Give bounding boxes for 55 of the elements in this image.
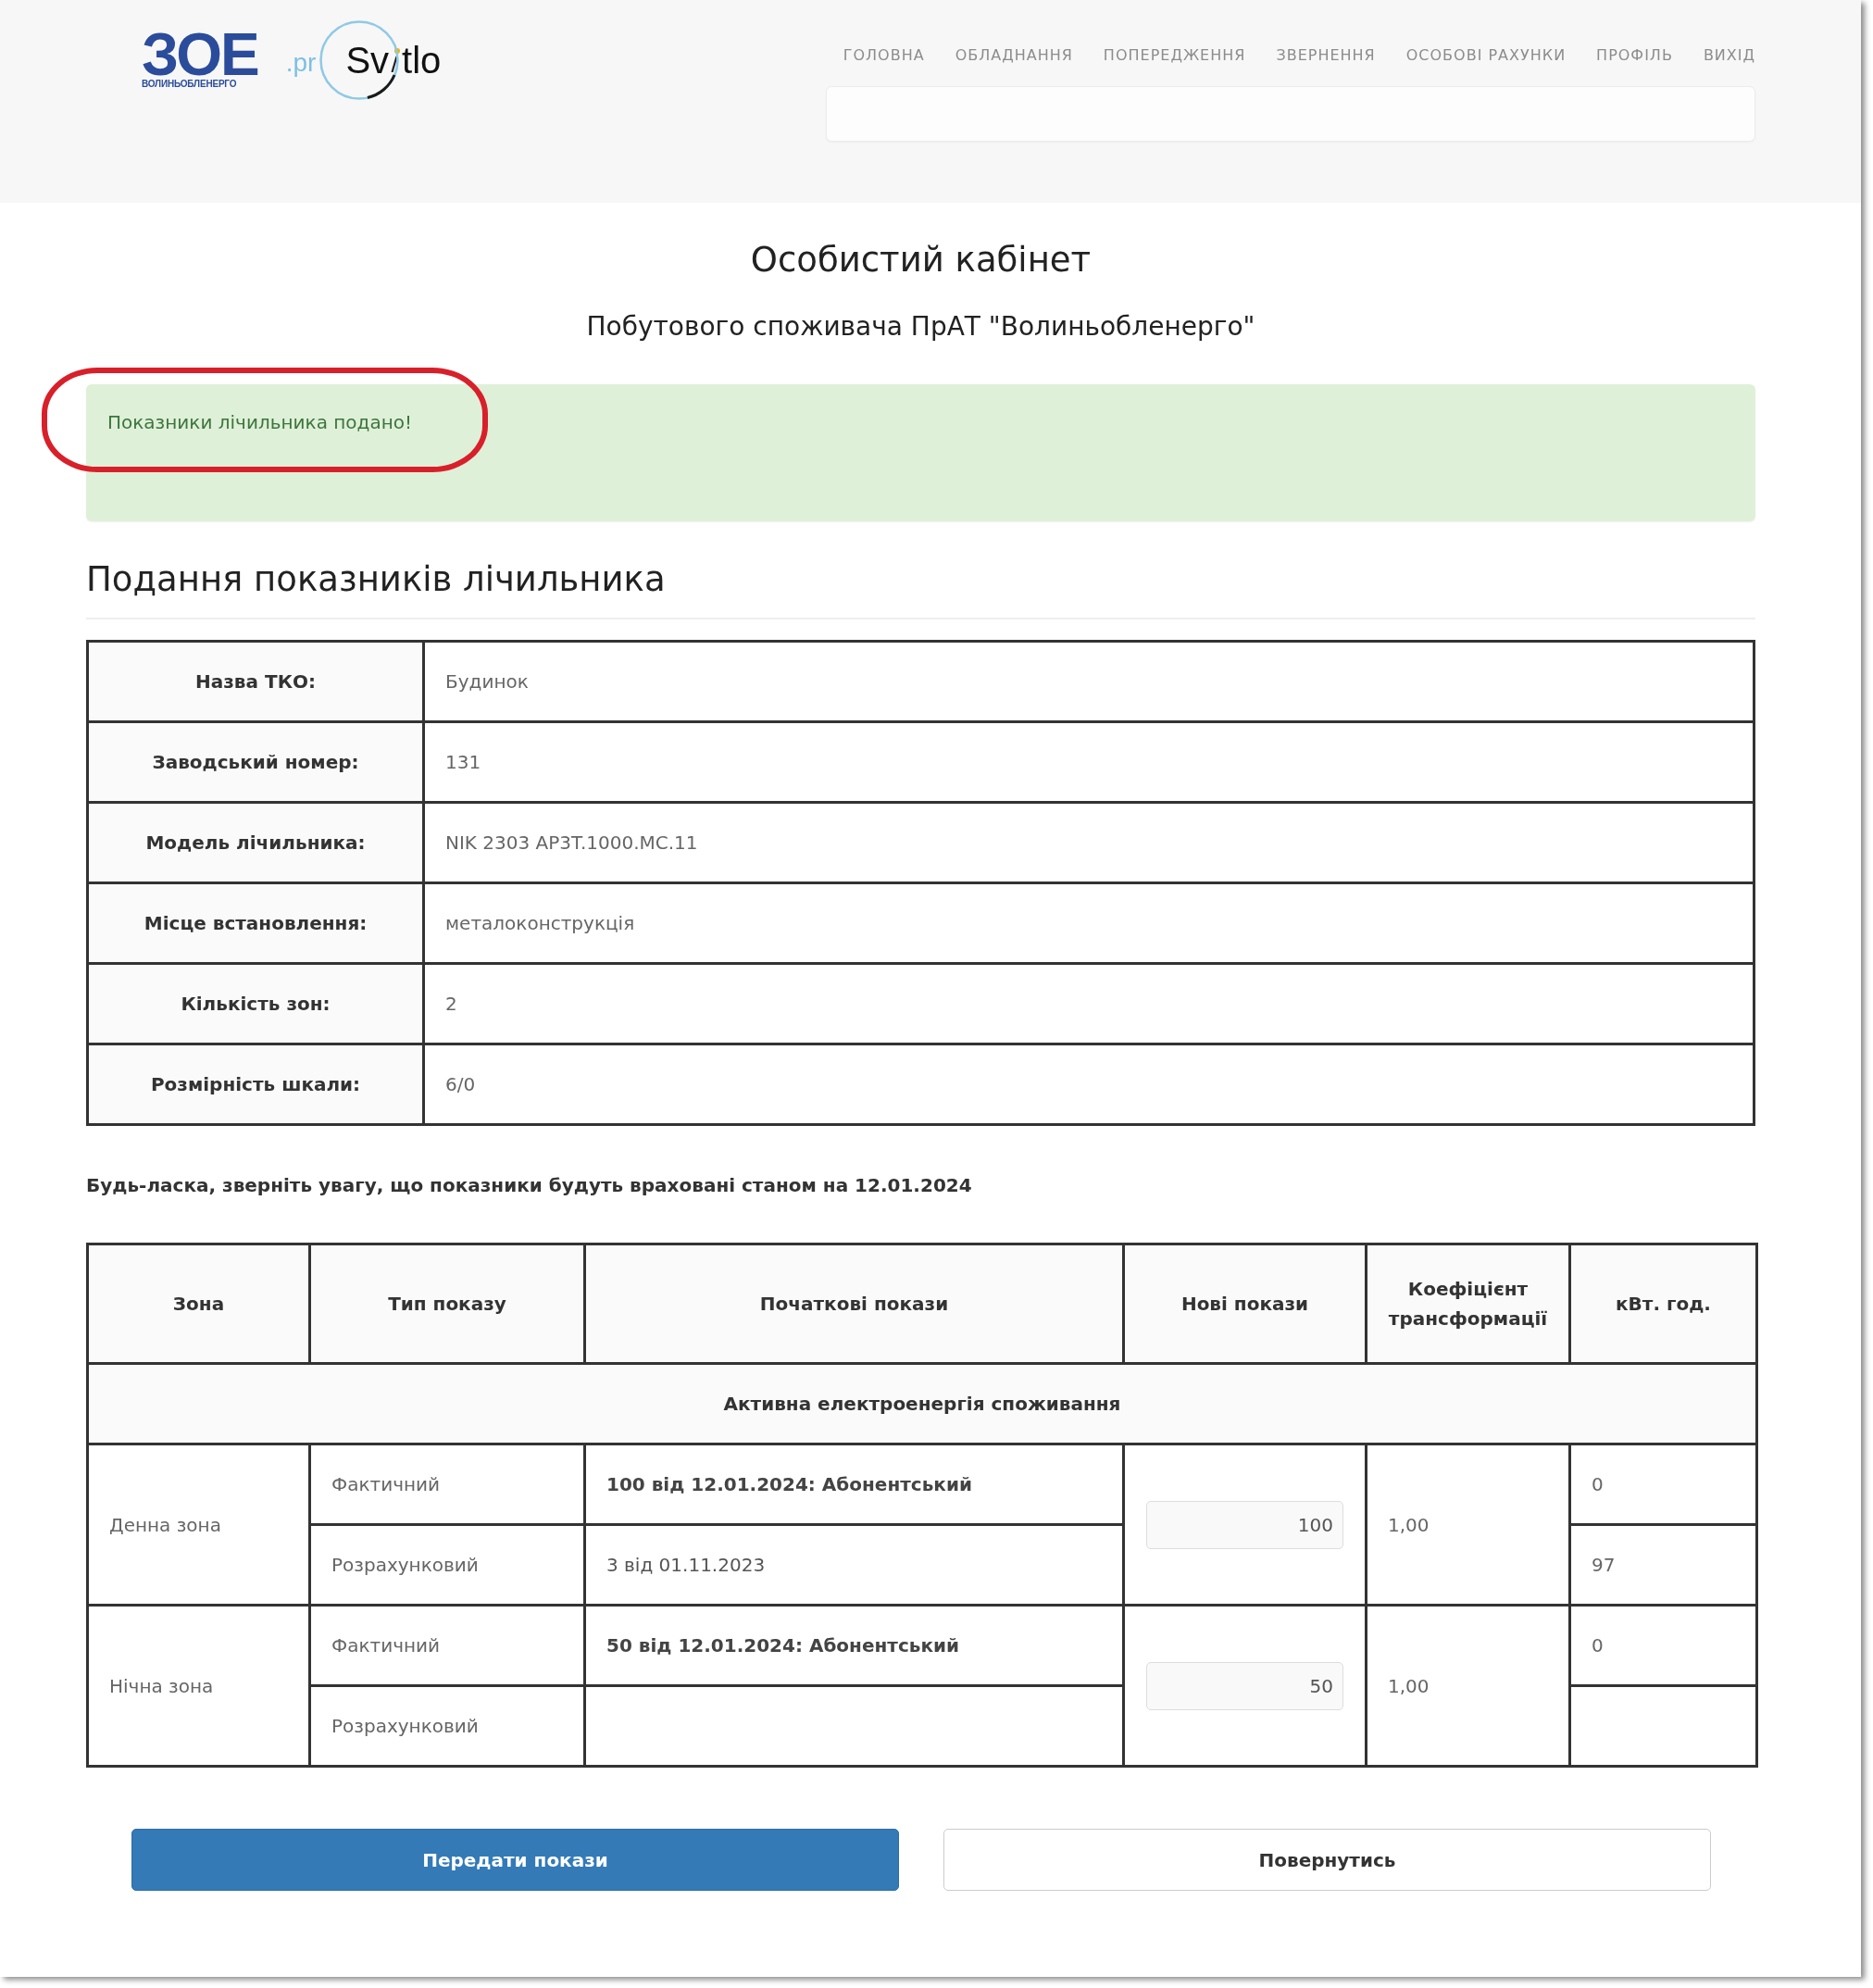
- table-cell: NIK 2303 AP3T.1000.MC.11: [423, 802, 1754, 883]
- row-header-cell: Модель лічильника:: [87, 802, 424, 883]
- page-subtitle: Побутового споживача ПрАТ "Волиньобленерго": [585, 310, 1256, 344]
- nav-link[interactable]: ПОПЕРЕДЖЕННЯ: [1103, 46, 1246, 65]
- table-cell: Розрахунковий: [309, 1685, 585, 1767]
- input-field[interactable]: 50: [1146, 1661, 1343, 1710]
- nav-link[interactable]: ПРОФІЛЬ: [1596, 46, 1673, 65]
- section-heading: Подання показників лічильника: [86, 558, 666, 601]
- nav-link[interactable]: ВИХІД: [1703, 46, 1755, 65]
- logo-text: Sv: [345, 39, 390, 81]
- spark-icon: [391, 48, 401, 72]
- table-cell: 6/0: [423, 1044, 1754, 1125]
- column-header: Нові покази: [1123, 1244, 1367, 1364]
- row-header-cell: Кількість зон:: [87, 963, 424, 1044]
- column-header: кВт. год.: [1569, 1244, 1757, 1364]
- notice-text: Будь-ласка, зверніть увагу, що показники будуть враховані станом на 12.01.2024: [86, 1173, 973, 1198]
- table-cell: 100 від 12.01.2024: Абонентський: [584, 1444, 1124, 1525]
- table-cell: Будинок: [423, 641, 1754, 722]
- table-cell: 2: [423, 963, 1754, 1044]
- table-cell: 1,00: [1366, 1444, 1570, 1606]
- logo-prefix: .pr: [285, 48, 317, 78]
- back-button[interactable]: Повернутись: [943, 1829, 1711, 1891]
- nav-link[interactable]: ГОЛОВНА: [843, 46, 925, 65]
- table-cell: 97: [1569, 1524, 1757, 1606]
- table-cell: 50 від 12.01.2024: Абонентський: [584, 1605, 1124, 1686]
- row-header-cell: Місце встановлення:: [87, 882, 424, 964]
- column-header: Зона: [87, 1244, 310, 1364]
- nav-link[interactable]: ОСОБОВІ РАХУНКИ: [1405, 46, 1567, 65]
- table-cell: 131: [423, 721, 1754, 803]
- ring-icon: [319, 20, 400, 100]
- row-header-cell: Заводський номер:: [87, 721, 424, 803]
- alert-message: Показники лічильника подано!: [107, 411, 412, 433]
- table-cell: Розрахунковий: [309, 1524, 585, 1606]
- table-group-header: Активна електроенергія споживання: [87, 1363, 1757, 1444]
- table-cell: 0: [1569, 1605, 1757, 1686]
- submit-button[interactable]: Передати покази: [131, 1829, 899, 1891]
- table-cell: Нічна зона: [87, 1605, 310, 1767]
- table-cell: Денна зона: [87, 1444, 310, 1606]
- logo-text: tlo: [402, 39, 442, 81]
- input-field[interactable]: 100: [1146, 1500, 1343, 1549]
- page-title: Особистий кабінет: [749, 239, 1093, 281]
- logo-caption: ВОЛИНЬОБЛЕНЕРГО: [142, 79, 237, 90]
- logo-wordmark: ЗОЕ: [142, 31, 258, 79]
- table-cell: Фактичний: [309, 1444, 585, 1525]
- table-cell: 0: [1569, 1444, 1757, 1525]
- table-cell: Фактичний: [309, 1605, 585, 1686]
- column-header: Тип показу: [309, 1244, 585, 1364]
- column-header: Початкові покази: [584, 1244, 1124, 1364]
- nav-link[interactable]: ОБЛАДНАННЯ: [955, 46, 1073, 65]
- nav-link[interactable]: ЗВЕРНЕННЯ: [1276, 46, 1376, 65]
- column-header: Коефіцієнт трансформації: [1366, 1244, 1570, 1364]
- table-cell: 1,00: [1366, 1605, 1570, 1767]
- row-header-cell: Розмірність шкали:: [87, 1044, 424, 1125]
- row-header-cell: Назва ТКО:: [87, 641, 424, 722]
- table-cell: металоконструкція: [423, 882, 1754, 964]
